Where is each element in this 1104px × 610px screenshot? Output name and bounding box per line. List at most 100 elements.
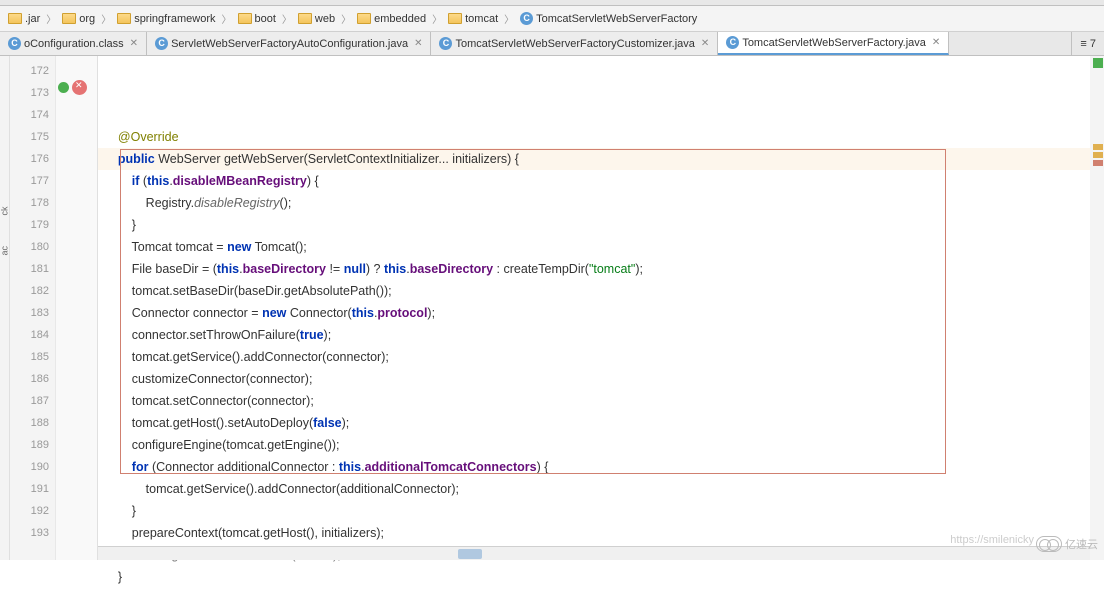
code-line[interactable]: if (this.disableMBeanRegistry) {	[98, 170, 1090, 192]
code-line[interactable]: Registry.disableRegistry();	[98, 192, 1090, 214]
code-line[interactable]: tomcat.getService().addConnector(connect…	[98, 346, 1090, 368]
line-number[interactable]: 179	[10, 214, 55, 236]
folder-icon	[238, 13, 252, 24]
line-number[interactable]: 181	[10, 258, 55, 280]
code-line[interactable]: configureEngine(tomcat.getEngine());	[98, 434, 1090, 456]
code-line[interactable]: tomcat.getService().addConnector(additio…	[98, 478, 1090, 500]
code-area[interactable]: @Override public WebServer getWebServer(…	[98, 56, 1090, 560]
editor-tab[interactable]: CTomcatServletWebServerFactoryCustomizer…	[431, 32, 718, 55]
line-number[interactable]: 193	[10, 522, 55, 544]
code-line[interactable]: customizeConnector(connector);	[98, 368, 1090, 390]
code-line[interactable]: connector.setThrowOnFailure(true);	[98, 324, 1090, 346]
breadcrumb-label: embedded	[374, 13, 426, 25]
editor-tab[interactable]: CTomcatServletWebServerFactory.java✕	[718, 32, 949, 55]
folder-icon	[62, 13, 76, 24]
editor-tabs: CoConfiguration.class✕CServletWebServerF…	[0, 32, 1104, 56]
code-line[interactable]: tomcat.getHost().setAutoDeploy(false);	[98, 412, 1090, 434]
line-number[interactable]: 186	[10, 368, 55, 390]
breadcrumb-separator: 〉	[101, 11, 111, 26]
breadcrumb-separator: 〉	[432, 11, 442, 26]
breadcrumb-item[interactable]: CTomcatServletWebServerFactory	[516, 12, 701, 25]
breadcrumb-label: web	[315, 13, 335, 25]
breadcrumb-label: org	[79, 13, 95, 25]
code-line[interactable]	[98, 588, 1090, 610]
line-gutter: 1721731741751761771781791801811821831841…	[10, 56, 56, 560]
folder-icon	[298, 13, 312, 24]
code-line[interactable]: Connector connector = new Connector(this…	[98, 302, 1090, 324]
stripe-mark[interactable]	[1093, 144, 1103, 150]
line-number[interactable]: 191	[10, 478, 55, 500]
breadcrumb-label: tomcat	[465, 13, 498, 25]
code-line[interactable]: for (Connector additionalConnector : thi…	[98, 456, 1090, 478]
watermark: https://smilenicky	[950, 534, 1034, 546]
line-number[interactable]: 192	[10, 500, 55, 522]
folder-icon	[448, 13, 462, 24]
line-number[interactable]: 172	[10, 60, 55, 82]
code-line[interactable]: File baseDir = (this.baseDirectory != nu…	[98, 258, 1090, 280]
code-line[interactable]: }	[98, 500, 1090, 522]
line-number[interactable]: 189	[10, 434, 55, 456]
code-line[interactable]: prepareContext(tomcat.getHost(), initial…	[98, 522, 1090, 544]
tab-label: TomcatServletWebServerFactoryCustomizer.…	[455, 38, 694, 50]
breadcrumb-item[interactable]: web	[294, 13, 339, 25]
folder-icon	[117, 13, 131, 24]
strip-label: ac	[0, 247, 10, 256]
line-number[interactable]: 188	[10, 412, 55, 434]
stripe-mark[interactable]	[1093, 152, 1103, 158]
line-number[interactable]: 187	[10, 390, 55, 412]
line-number[interactable]: 174	[10, 104, 55, 126]
code-line[interactable]: }	[98, 214, 1090, 236]
folder-icon	[8, 13, 22, 24]
tab-label: TomcatServletWebServerFactory.java	[742, 37, 926, 49]
tab-label: ServletWebServerFactoryAutoConfiguration…	[171, 38, 408, 50]
line-number[interactable]: 185	[10, 346, 55, 368]
breadcrumb-bar: .jar〉org〉springframework〉boot〉web〉embedd…	[0, 6, 1104, 32]
breadcrumb-separator: 〉	[341, 11, 351, 26]
error-gutter-icon[interactable]	[72, 80, 87, 95]
left-strip: ck ac	[0, 56, 10, 560]
close-icon[interactable]: ✕	[932, 37, 940, 48]
right-tab[interactable]: ≡ 7	[1071, 32, 1104, 55]
close-icon[interactable]: ✕	[414, 38, 422, 49]
breadcrumb-item[interactable]: tomcat	[444, 13, 502, 25]
breadcrumb-item[interactable]: boot	[234, 13, 280, 25]
line-number[interactable]: 175	[10, 126, 55, 148]
line-number[interactable]: 180	[10, 236, 55, 258]
editor-tab[interactable]: CServletWebServerFactoryAutoConfiguratio…	[147, 32, 431, 55]
breadcrumb-item[interactable]: embedded	[353, 13, 430, 25]
line-number[interactable]: 183	[10, 302, 55, 324]
code-line[interactable]: tomcat.setConnector(connector);	[98, 390, 1090, 412]
code-line[interactable]: public WebServer getWebServer(ServletCon…	[98, 148, 1090, 170]
line-number[interactable]: 182	[10, 280, 55, 302]
line-number[interactable]: 173	[10, 82, 55, 104]
override-gutter-icon[interactable]	[58, 82, 69, 93]
brand-logo: 亿速云	[1036, 536, 1098, 552]
line-number[interactable]: 190	[10, 456, 55, 478]
editor-tab[interactable]: CoConfiguration.class ✕	[0, 32, 147, 55]
breadcrumb-item[interactable]: org	[58, 13, 99, 25]
h-scrollbar[interactable]	[98, 546, 1090, 560]
breadcrumb-separator: 〉	[504, 11, 514, 26]
breadcrumb-separator: 〉	[46, 11, 56, 26]
line-number[interactable]: 177	[10, 170, 55, 192]
error-stripe[interactable]	[1090, 56, 1104, 560]
line-number[interactable]: 176	[10, 148, 55, 170]
class-icon: C	[520, 12, 533, 25]
tab-label: oConfiguration.class	[24, 38, 124, 50]
code-line[interactable]: Tomcat tomcat = new Tomcat();	[98, 236, 1090, 258]
folder-icon	[357, 13, 371, 24]
close-icon[interactable]: ✕	[701, 38, 709, 49]
code-line[interactable]: }	[98, 566, 1090, 588]
gutter-marks	[56, 56, 98, 560]
scrollbar-thumb[interactable]	[458, 549, 482, 559]
code-line[interactable]: tomcat.setBaseDir(baseDir.getAbsolutePat…	[98, 280, 1090, 302]
breadcrumb-item[interactable]: springframework	[113, 13, 219, 25]
line-number[interactable]: 184	[10, 324, 55, 346]
class-icon: C	[8, 37, 21, 50]
breadcrumb-label: .jar	[25, 13, 40, 25]
stripe-mark[interactable]	[1093, 160, 1103, 166]
line-number[interactable]: 178	[10, 192, 55, 214]
breadcrumb-item[interactable]: .jar	[4, 13, 44, 25]
code-line[interactable]: @Override	[98, 126, 1090, 148]
close-icon[interactable]: ✕	[130, 38, 138, 49]
